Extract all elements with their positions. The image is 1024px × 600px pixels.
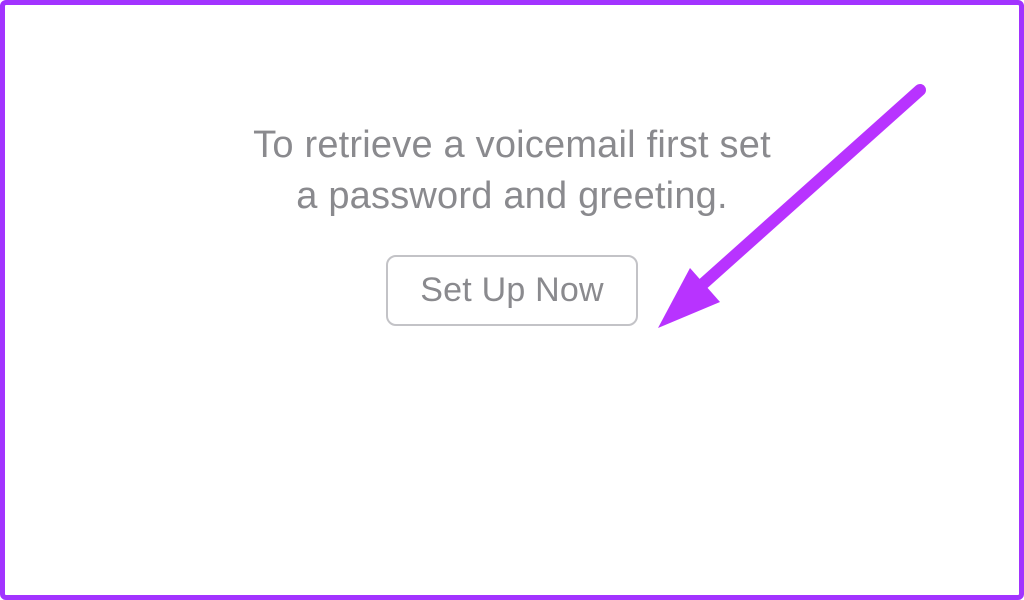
instruction-text: To retrieve a voicemail first set a pass…	[252, 120, 772, 223]
voicemail-setup-prompt: To retrieve a voicemail first set a pass…	[0, 0, 1024, 600]
set-up-now-button[interactable]: Set Up Now	[386, 255, 637, 326]
